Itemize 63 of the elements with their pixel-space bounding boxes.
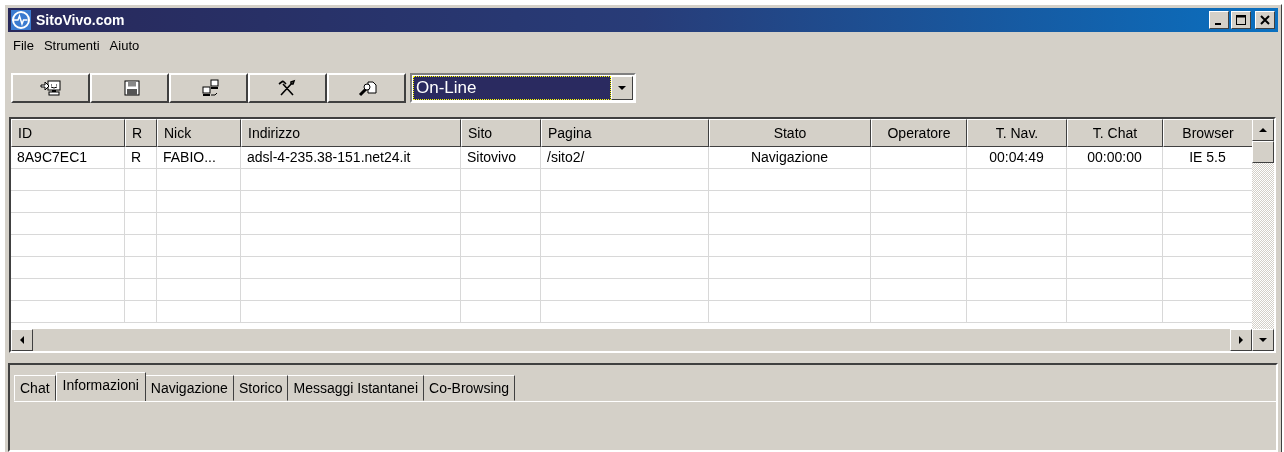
table-cell: /sito2/	[541, 147, 709, 169]
column-header[interactable]: Pagina	[541, 119, 709, 147]
toolbar-button[interactable]	[90, 73, 169, 103]
menu-item[interactable]: Strumenti	[40, 38, 103, 53]
table-cell: R	[125, 147, 157, 169]
close-button[interactable]	[1255, 11, 1275, 29]
table-cell	[125, 235, 157, 257]
scroll-left-button[interactable]	[11, 329, 33, 351]
monitor-icon	[39, 79, 62, 97]
scroll-right-button[interactable]	[1230, 329, 1252, 351]
window-title: SitoVivo.com	[36, 12, 125, 28]
scroll-up-button[interactable]	[1252, 119, 1274, 141]
table-cell: 00:04:49	[967, 147, 1067, 169]
right-arrow-icon	[1239, 336, 1243, 344]
table-cell: Sitovivo	[461, 147, 541, 169]
tab[interactable]: Informazioni	[55, 372, 146, 401]
minimize-icon	[1214, 23, 1221, 25]
left-arrow-icon	[20, 336, 24, 344]
table-cell	[125, 279, 157, 301]
minimize-button[interactable]	[1209, 11, 1229, 29]
column-header[interactable]: Sito	[461, 119, 541, 147]
scroll-down-button[interactable]	[1252, 329, 1274, 351]
column-header[interactable]: Stato	[709, 119, 871, 147]
maximize-button[interactable]	[1231, 11, 1251, 29]
toolbar-button[interactable]	[169, 73, 248, 103]
tab[interactable]: Co-Browsing	[424, 375, 516, 401]
horizontal-scrollbar[interactable]	[11, 329, 1252, 351]
table-cell: adsl-4-235.38-151.net24.it	[241, 147, 461, 169]
column-header[interactable]: T. Chat	[1067, 119, 1163, 147]
close-icon	[1259, 15, 1271, 25]
vertical-scrollbar[interactable]	[1252, 119, 1274, 329]
column-header[interactable]: R	[125, 119, 157, 147]
column-header[interactable]: Indirizzo	[241, 119, 461, 147]
toolbar-button[interactable]	[248, 73, 327, 103]
status-dropdown[interactable]: On-Line	[410, 73, 636, 103]
column-header[interactable]: T. Nav.	[967, 119, 1067, 147]
tab[interactable]: Messaggi Istantanei	[288, 375, 424, 401]
tab[interactable]: Navigazione	[145, 375, 234, 401]
maximize-icon	[1235, 15, 1247, 25]
column-header[interactable]: Nick	[157, 119, 241, 147]
scroll-thumb[interactable]	[1252, 141, 1274, 163]
toolbar-button[interactable]	[11, 73, 90, 103]
column-header[interactable]: Operatore	[871, 119, 967, 147]
dropdown-arrow-icon	[618, 86, 626, 90]
table-cell	[125, 257, 157, 279]
column-header[interactable]: Browser	[1163, 119, 1252, 147]
column-header[interactable]: ID	[11, 119, 125, 147]
down-arrow-icon	[1259, 338, 1267, 342]
table-cell	[125, 169, 157, 191]
tab[interactable]: Chat	[14, 375, 56, 401]
table-cell: 8A9C7EC1	[11, 147, 125, 169]
table-cell	[125, 213, 157, 235]
toolbar-button[interactable]	[327, 73, 406, 103]
table-cell	[125, 301, 157, 323]
table-cell: 00:00:00	[1067, 147, 1163, 169]
table-cell: Navigazione	[709, 147, 871, 169]
menu-item[interactable]: File	[10, 38, 37, 53]
table-cell: FABIO...	[157, 147, 241, 169]
pulse-icon	[11, 10, 31, 30]
table-cell	[125, 191, 157, 213]
up-arrow-icon	[1259, 128, 1267, 132]
menu-item[interactable]: Aiuto	[106, 38, 143, 53]
tab[interactable]: Storico	[233, 375, 289, 401]
